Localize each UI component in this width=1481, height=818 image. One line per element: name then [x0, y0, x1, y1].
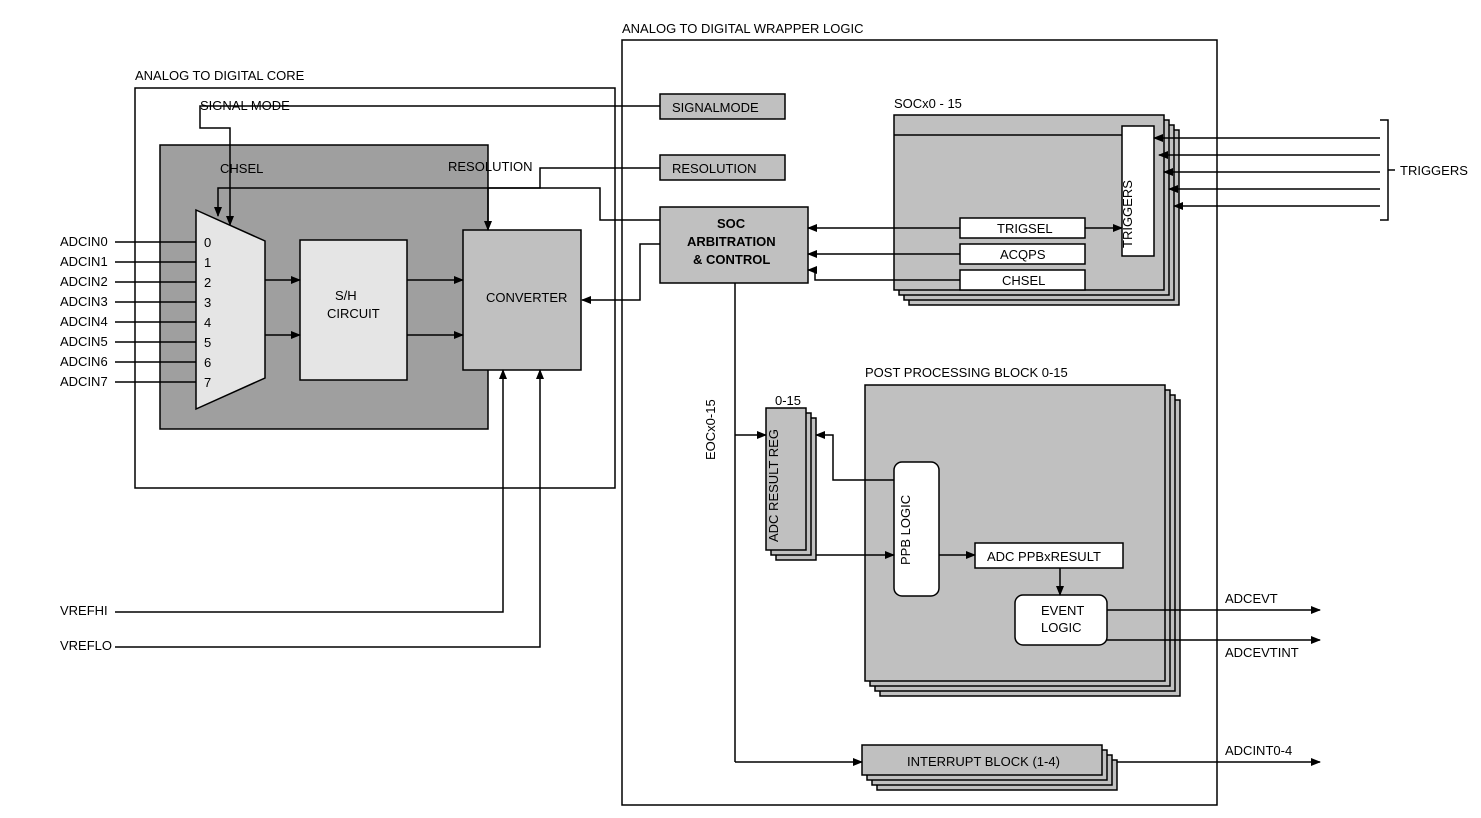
triggers-label: TRIGGERS [1400, 163, 1468, 178]
vreflo-label: VREFLO [60, 638, 112, 653]
eoc-label: EOCx0-15 [703, 399, 718, 460]
svg-text:4: 4 [204, 315, 211, 330]
adcevt-label: ADCEVT [1225, 591, 1278, 606]
svg-text:6: 6 [204, 355, 211, 370]
sh-label-1: S/H [335, 288, 357, 303]
svg-text:2: 2 [204, 275, 211, 290]
svg-text:INTERRUPT BLOCK (1-4): INTERRUPT BLOCK (1-4) [907, 754, 1060, 769]
result-reg-title: 0-15 [775, 393, 801, 408]
svg-text:5: 5 [204, 335, 211, 350]
svg-text:ADCIN4: ADCIN4 [60, 314, 108, 329]
adcevtint-label: ADCEVTINT [1225, 645, 1299, 660]
svg-text:SIGNALMODE: SIGNALMODE [672, 100, 759, 115]
svg-text:ADC RESULT REG: ADC RESULT REG [766, 429, 781, 542]
chsel-label: CHSEL [220, 161, 263, 176]
svg-text:7: 7 [204, 375, 211, 390]
svg-text:0: 0 [204, 235, 211, 250]
svg-text:& CONTROL: & CONTROL [693, 252, 770, 267]
svg-text:PPB LOGIC: PPB LOGIC [898, 495, 913, 565]
svg-text:3: 3 [204, 295, 211, 310]
svg-text:ACQPS: ACQPS [1000, 247, 1046, 262]
converter-label: CONVERTER [486, 290, 567, 305]
svg-text:SOC: SOC [717, 216, 746, 231]
ppb-title: POST PROCESSING BLOCK 0-15 [865, 365, 1068, 380]
soc-conv-wire [582, 244, 660, 300]
svg-text:TRIGGERS: TRIGGERS [1120, 180, 1135, 248]
resolution-label: RESOLUTION [448, 159, 533, 174]
svg-text:ADCIN6: ADCIN6 [60, 354, 108, 369]
svg-text:LOGIC: LOGIC [1041, 620, 1081, 635]
svg-text:EVENT: EVENT [1041, 603, 1084, 618]
sh-label-2: CIRCUIT [327, 306, 380, 321]
adc-block-diagram: ANALOG TO DIGITAL WRAPPER LOGIC ANALOG T… [0, 0, 1481, 818]
svg-text:ADC PPBxRESULT: ADC PPBxRESULT [987, 549, 1101, 564]
svg-text:ADCIN1: ADCIN1 [60, 254, 108, 269]
svg-text:TRIGSEL: TRIGSEL [997, 221, 1053, 236]
wrapper-title: ANALOG TO DIGITAL WRAPPER LOGIC [622, 21, 864, 36]
vrefhi-label: VREFHI [60, 603, 108, 618]
adcint-label: ADCINT0-4 [1225, 743, 1292, 758]
svg-text:ADCIN5: ADCIN5 [60, 334, 108, 349]
svg-text:ARBITRATION: ARBITRATION [687, 234, 776, 249]
svg-text:1: 1 [204, 255, 211, 270]
svg-text:ADCIN3: ADCIN3 [60, 294, 108, 309]
svg-text:ADCIN7: ADCIN7 [60, 374, 108, 389]
core-title: ANALOG TO DIGITAL CORE [135, 68, 305, 83]
svg-text:RESOLUTION: RESOLUTION [672, 161, 757, 176]
triggers-bracket [1380, 120, 1388, 220]
svg-text:CHSEL: CHSEL [1002, 273, 1045, 288]
trigger-lines [1154, 138, 1380, 206]
svg-text:ADCIN0: ADCIN0 [60, 234, 108, 249]
svg-text:ADCIN2: ADCIN2 [60, 274, 108, 289]
socx-title: SOCx0 - 15 [894, 96, 962, 111]
